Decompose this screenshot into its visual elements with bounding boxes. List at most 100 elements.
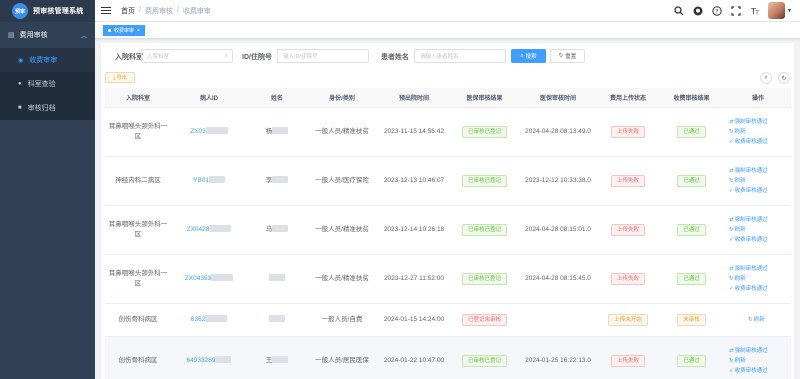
refresh-button[interactable]: ↻: [778, 72, 790, 84]
fee-approve-button[interactable]: ✓收费审核通过: [729, 186, 788, 196]
table-row: 神经内科二病区 YB01 李一般人员/医疗保险 2023-12-13 10:46:07…: [105, 156, 791, 206]
op-label: 收费审核通过: [734, 285, 768, 292]
fee-approve-button[interactable]: ✓收费审核通过: [729, 235, 788, 245]
status-badge: 已审核已登记: [461, 223, 507, 236]
refresh-row-button[interactable]: ↻刷新: [725, 315, 788, 325]
refresh-row-button[interactable]: ↻刷新: [729, 225, 788, 235]
user-icon: ●: [18, 81, 22, 87]
swap-icon: ⇄: [729, 216, 734, 223]
chevron-up-icon: ︿: [80, 33, 87, 40]
font-size-icon[interactable]: TT: [748, 4, 762, 18]
tab-label: 收费审审: [114, 28, 135, 34]
refresh-row-button[interactable]: ↻刷新: [729, 274, 788, 284]
cell-dept: 创伤骨科病区: [105, 336, 171, 379]
export-button[interactable]: ⤓ 导出: [105, 72, 135, 83]
name-label: 患者姓名: [381, 54, 409, 61]
status-badge: 上传失败: [610, 272, 645, 285]
force-approve-button[interactable]: ⇄强制审核通过: [729, 215, 788, 225]
patient-id-link[interactable]: ZX03: [190, 128, 206, 135]
patient-id-link[interactable]: 64933289: [187, 357, 216, 364]
op-label: 收费审核通过: [734, 138, 768, 145]
eye-icon: ◉: [18, 57, 24, 64]
cell-patient-id[interactable]: 6362: [171, 303, 247, 337]
redacted-block: [215, 356, 232, 364]
fee-approve-button[interactable]: ✓收费审核通过: [729, 366, 788, 376]
cell-patient-id[interactable]: ZX0428: [171, 205, 247, 255]
cell-patient-id[interactable]: ZX04353: [171, 254, 247, 304]
status-badge: 未审核: [677, 313, 706, 326]
swap-icon: ⇄: [729, 167, 734, 174]
col-name: 姓名: [247, 88, 307, 108]
refresh-icon: ↻: [729, 226, 734, 233]
refresh-row-button[interactable]: ↻刷新: [729, 176, 788, 186]
cell-upload-status: 上传失败: [598, 254, 658, 304]
cell-name: 杨: [247, 107, 307, 157]
fee-approve-button[interactable]: ✓收费审核通过: [729, 284, 788, 294]
reset-button[interactable]: ↻ 重置: [550, 49, 585, 63]
sidebar-item-fee-review[interactable]: ◉ 收费审审: [0, 48, 95, 72]
close-icon[interactable]: ×: [137, 28, 140, 34]
force-approve-button[interactable]: ⇄强制审核通过: [729, 346, 788, 356]
cell-dept: 耳鼻咽喉头颈外科一区: [105, 254, 171, 304]
force-approve-button[interactable]: ⇄强制审核通过: [729, 264, 788, 274]
breadcrumb-home[interactable]: 首页: [121, 6, 135, 16]
cell-actions: ⇄强制审核通过 ↻刷新 ✓收费审核通过: [725, 156, 791, 206]
swap-icon: ⇄: [729, 118, 734, 125]
redacted-block: [272, 176, 289, 184]
redacted-block: [208, 176, 225, 184]
force-approve-button[interactable]: ⇄强制审核通过: [729, 117, 788, 127]
patient-id-input[interactable]: 输入ID/住院号: [277, 49, 369, 63]
breadcrumb-current: 收费审审: [182, 7, 211, 15]
sidebar-item-archive[interactable]: ■ 审核归档: [0, 96, 95, 120]
cell-insurance-result: 已审核已登记: [451, 205, 518, 255]
redacted-block: [272, 356, 289, 364]
refresh-row-button[interactable]: ↻刷新: [729, 356, 788, 366]
avatar[interactable]: [768, 2, 786, 19]
cell-patient-id[interactable]: YB01: [171, 156, 247, 206]
cell-insurance-result: 已审核已登记: [451, 107, 518, 157]
search-button[interactable]: ⌕ 搜索: [511, 49, 546, 63]
caret-down-icon[interactable]: ▼: [787, 8, 792, 14]
status-badge: 上传失败: [610, 354, 645, 367]
cell-patient-id[interactable]: ZX03: [171, 107, 247, 157]
status-badge: 已通过: [677, 272, 706, 285]
hamburger-icon[interactable]: [101, 6, 111, 16]
refresh-icon: ↻: [558, 53, 564, 59]
fullscreen-icon[interactable]: [729, 4, 743, 18]
dept-select[interactable]: 入院科室 ∨: [141, 49, 233, 63]
cell-patient-id[interactable]: 64933289: [171, 336, 247, 379]
question-icon[interactable]: ?: [710, 4, 724, 18]
cell-pre-discharge: 2023-12-13 10:46:07: [377, 156, 451, 206]
sidebar-item-dept-check[interactable]: ● 科室查验: [0, 72, 95, 96]
patient-name-input[interactable]: 请输入患者姓名: [414, 49, 506, 63]
status-badge: 上传失败: [610, 174, 645, 187]
brand: 预审 预审核管理系统: [0, 0, 95, 22]
menu-group-label: 费用审核: [19, 32, 48, 39]
cell-name: 李: [247, 156, 307, 206]
redacted-block: [209, 225, 232, 233]
swap-icon: ⇄: [729, 265, 734, 272]
cell-dept: 耳鼻咽喉头颈外科一区: [105, 205, 171, 255]
cell-fee-result: 已通过: [658, 156, 725, 206]
table-row: 耳鼻咽喉头颈外科一区 ZX03 杨一般人员/精准扶贫 2023-11-15 14:56…: [105, 107, 791, 157]
patient-id-link[interactable]: 6362: [191, 316, 205, 323]
search-icon[interactable]: [672, 4, 686, 18]
search-toggle-button[interactable]: ⌕: [760, 72, 772, 84]
patient-id-link[interactable]: ZX0428: [187, 226, 210, 233]
fee-approve-button[interactable]: ✓收费审核通过: [729, 137, 788, 147]
col-fee-result: 收费审核结果: [658, 88, 725, 108]
cell-category: 一般人员/精准扶贫: [307, 205, 377, 255]
menu-group-fee-audit[interactable]: ▤ 费用审核 ︿: [0, 22, 95, 48]
export-label: 导出: [116, 75, 127, 81]
status-badge: 已审核已登记: [461, 125, 507, 138]
tab-fee-review[interactable]: 收费审审 ×: [103, 25, 145, 36]
force-approve-button[interactable]: ⇄强制审核通过: [729, 166, 788, 176]
check-icon: ✓: [729, 187, 734, 194]
github-icon[interactable]: [691, 4, 705, 18]
refresh-row-button[interactable]: ↻刷新: [729, 127, 788, 137]
patient-id-link[interactable]: ZX04353: [185, 275, 211, 282]
cell-insurance-time: 2024-01-25 16:22:13.0: [518, 336, 598, 379]
patient-id-link[interactable]: YB01: [193, 177, 209, 184]
dept-placeholder: 入院科室: [147, 54, 170, 60]
cell-pre-discharge: 2024-01-22 10:47:00: [377, 336, 451, 379]
